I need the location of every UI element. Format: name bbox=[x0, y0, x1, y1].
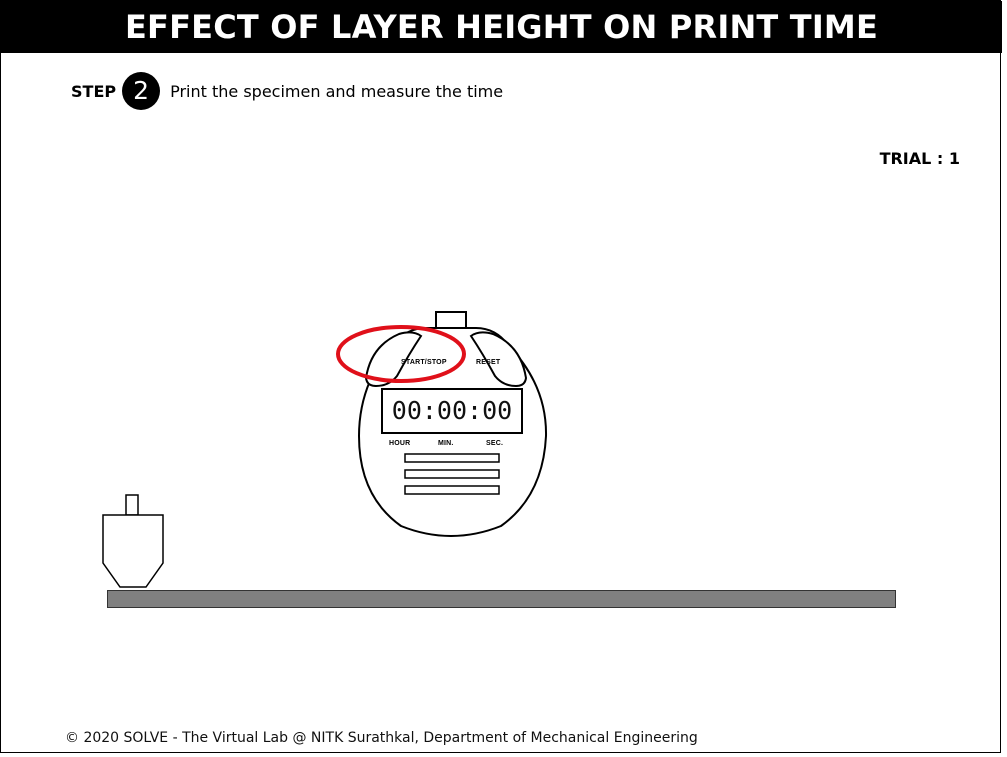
lap-line-3 bbox=[404, 485, 500, 495]
print-bed bbox=[107, 590, 896, 608]
step-instruction-row: STEP 2 Print the specimen and measure th… bbox=[71, 72, 504, 110]
start-stop-label: START/STOP bbox=[401, 359, 447, 366]
footer-copyright: © 2020 SOLVE - The Virtual Lab @ NITK Su… bbox=[65, 730, 698, 746]
lab-frame: EFFECT OF LAYER HEIGHT ON PRINT TIME STE… bbox=[0, 0, 1002, 753]
min-label: MIN. bbox=[438, 440, 454, 447]
reset-label: RESET bbox=[476, 359, 501, 366]
step-label: STEP bbox=[71, 81, 117, 101]
step-number-badge: 2 bbox=[122, 72, 161, 110]
trial-counter: TRIAL : 1 bbox=[879, 149, 960, 168]
step-instruction-text: Print the specimen and measure the time bbox=[170, 81, 504, 101]
lap-line-1 bbox=[404, 453, 500, 463]
sec-label: SEC. bbox=[486, 440, 504, 447]
printer-nozzle bbox=[102, 494, 164, 588]
page-title: EFFECT OF LAYER HEIGHT ON PRINT TIME bbox=[1, 1, 1002, 53]
hour-label: HOUR bbox=[389, 440, 411, 447]
lap-line-2 bbox=[404, 469, 500, 479]
stopwatch-time-display: 00:00:00 bbox=[391, 396, 513, 425]
